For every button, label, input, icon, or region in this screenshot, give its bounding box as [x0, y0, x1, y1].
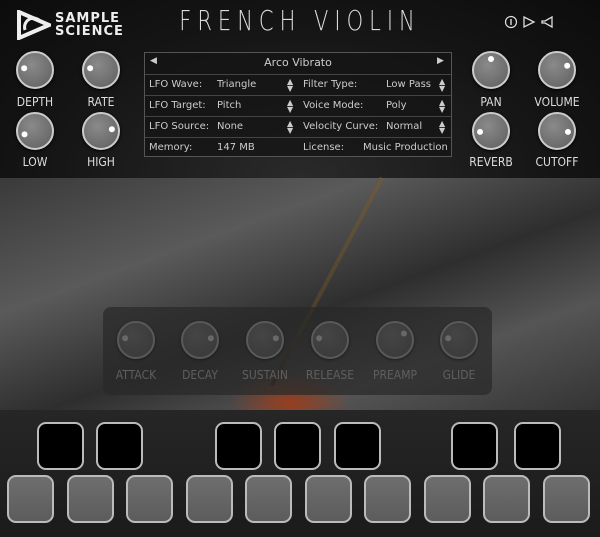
lfo-source-select[interactable]: None: [217, 121, 243, 132]
knob-label: PAN: [480, 95, 502, 109]
knob-indicator: [21, 65, 28, 72]
instrument-title: FRENCH VIOLIN: [179, 4, 421, 37]
cutoff-knob[interactable]: [538, 112, 576, 150]
white-pad[interactable]: [126, 475, 173, 523]
info-icon[interactable]: [504, 15, 518, 29]
filter-type-label: Filter Type:: [303, 79, 358, 90]
lfo-wave-select[interactable]: Triangle: [217, 79, 256, 90]
black-pad[interactable]: [215, 422, 262, 470]
voice-mode-stepper-icon[interactable]: ▲ ▼: [439, 99, 445, 114]
preset-selector[interactable]: ◀ Arco Vibrato ▶: [145, 53, 451, 74]
lfo-source-stepper-icon[interactable]: ▲ ▼: [287, 120, 293, 135]
velocity-curve-stepper-icon[interactable]: ▲ ▼: [439, 120, 445, 135]
filter-type-stepper-icon[interactable]: ▲ ▼: [439, 78, 445, 93]
knob-indicator: [87, 65, 94, 72]
logo-play-icon: [17, 10, 51, 40]
knob-label: HIGH: [87, 155, 115, 169]
knob-label: DEPTH: [16, 95, 54, 109]
reverb-knob[interactable]: [472, 112, 510, 150]
black-pad[interactable]: [37, 422, 84, 470]
lfo-target-stepper-icon[interactable]: ▲ ▼: [287, 99, 293, 114]
volume-knob[interactable]: [538, 51, 576, 89]
speaker-icon[interactable]: [540, 15, 554, 29]
knob-indicator: [564, 62, 571, 69]
settings-panel: ◀ Arco Vibrato ▶ LFO Wave: Triangle ▲ ▼ F…: [144, 52, 452, 157]
envelope-panel: [103, 307, 492, 395]
velocity-curve-label: Velocity Curve:: [303, 121, 379, 132]
white-pad[interactable]: [424, 475, 471, 523]
settings-row: LFO Source: None ▲ ▼ Velocity Curve: Norm…: [145, 116, 451, 137]
depth-knob[interactable]: [16, 51, 54, 89]
lfo-target-label: LFO Target:: [149, 100, 206, 111]
velocity-curve-select[interactable]: Normal: [386, 121, 422, 132]
next-preset-icon[interactable]: ▶: [437, 56, 444, 66]
low-knob[interactable]: [16, 112, 54, 150]
play-icon[interactable]: [522, 15, 536, 29]
white-pad[interactable]: [245, 475, 292, 523]
high-knob[interactable]: [82, 112, 120, 150]
white-pad[interactable]: [364, 475, 411, 523]
black-pad[interactable]: [451, 422, 498, 470]
knob-indicator: [108, 126, 115, 133]
knob-indicator: [477, 128, 484, 135]
plugin-window: SAMPLE SCIENCE FRENCH VIOLIN DEPTH RATE LOW…: [0, 0, 600, 537]
memory-label: Memory:: [149, 142, 193, 153]
knob-indicator: [488, 56, 494, 62]
rate-knob[interactable]: [82, 51, 120, 89]
knob-indicator: [21, 131, 28, 138]
black-pad[interactable]: [274, 422, 321, 470]
lfo-target-select[interactable]: Pitch: [217, 100, 241, 111]
memory-value: 147 MB: [217, 142, 255, 153]
lfo-source-label: LFO Source:: [149, 121, 210, 132]
knob-label: CUTOFF: [535, 155, 579, 169]
settings-row: LFO Target: Pitch ▲ ▼ Voice Mode: Poly ▲ ▼: [145, 95, 451, 116]
license-label: License:: [303, 142, 345, 153]
top-icons: [504, 15, 554, 29]
knob-indicator: [564, 128, 571, 135]
black-pad[interactable]: [96, 422, 143, 470]
settings-row: LFO Wave: Triangle ▲ ▼ Filter Type: Low P…: [145, 74, 451, 95]
knob-label: RATE: [87, 95, 115, 109]
pan-knob[interactable]: [472, 51, 510, 89]
white-pad[interactable]: [7, 475, 54, 523]
knob-label: LOW: [22, 155, 48, 169]
lfo-wave-stepper-icon[interactable]: ▲ ▼: [287, 78, 293, 93]
white-pad[interactable]: [186, 475, 233, 523]
knob-label: VOLUME: [534, 95, 580, 109]
black-pad[interactable]: [514, 422, 561, 470]
knob-label: REVERB: [469, 155, 513, 169]
black-pad[interactable]: [334, 422, 381, 470]
lfo-wave-label: LFO Wave:: [149, 79, 203, 90]
white-pad[interactable]: [543, 475, 590, 523]
filter-type-select[interactable]: Low Pass: [386, 79, 431, 90]
license-value: Music Production: [363, 142, 448, 153]
preset-name: Arco Vibrato: [264, 56, 332, 69]
white-pad[interactable]: [67, 475, 114, 523]
white-pad[interactable]: [483, 475, 530, 523]
voice-mode-label: Voice Mode:: [303, 100, 364, 111]
voice-mode-select[interactable]: Poly: [386, 100, 407, 111]
white-pad[interactable]: [305, 475, 352, 523]
settings-row: Memory: 147 MB License: Music Production: [145, 137, 451, 158]
